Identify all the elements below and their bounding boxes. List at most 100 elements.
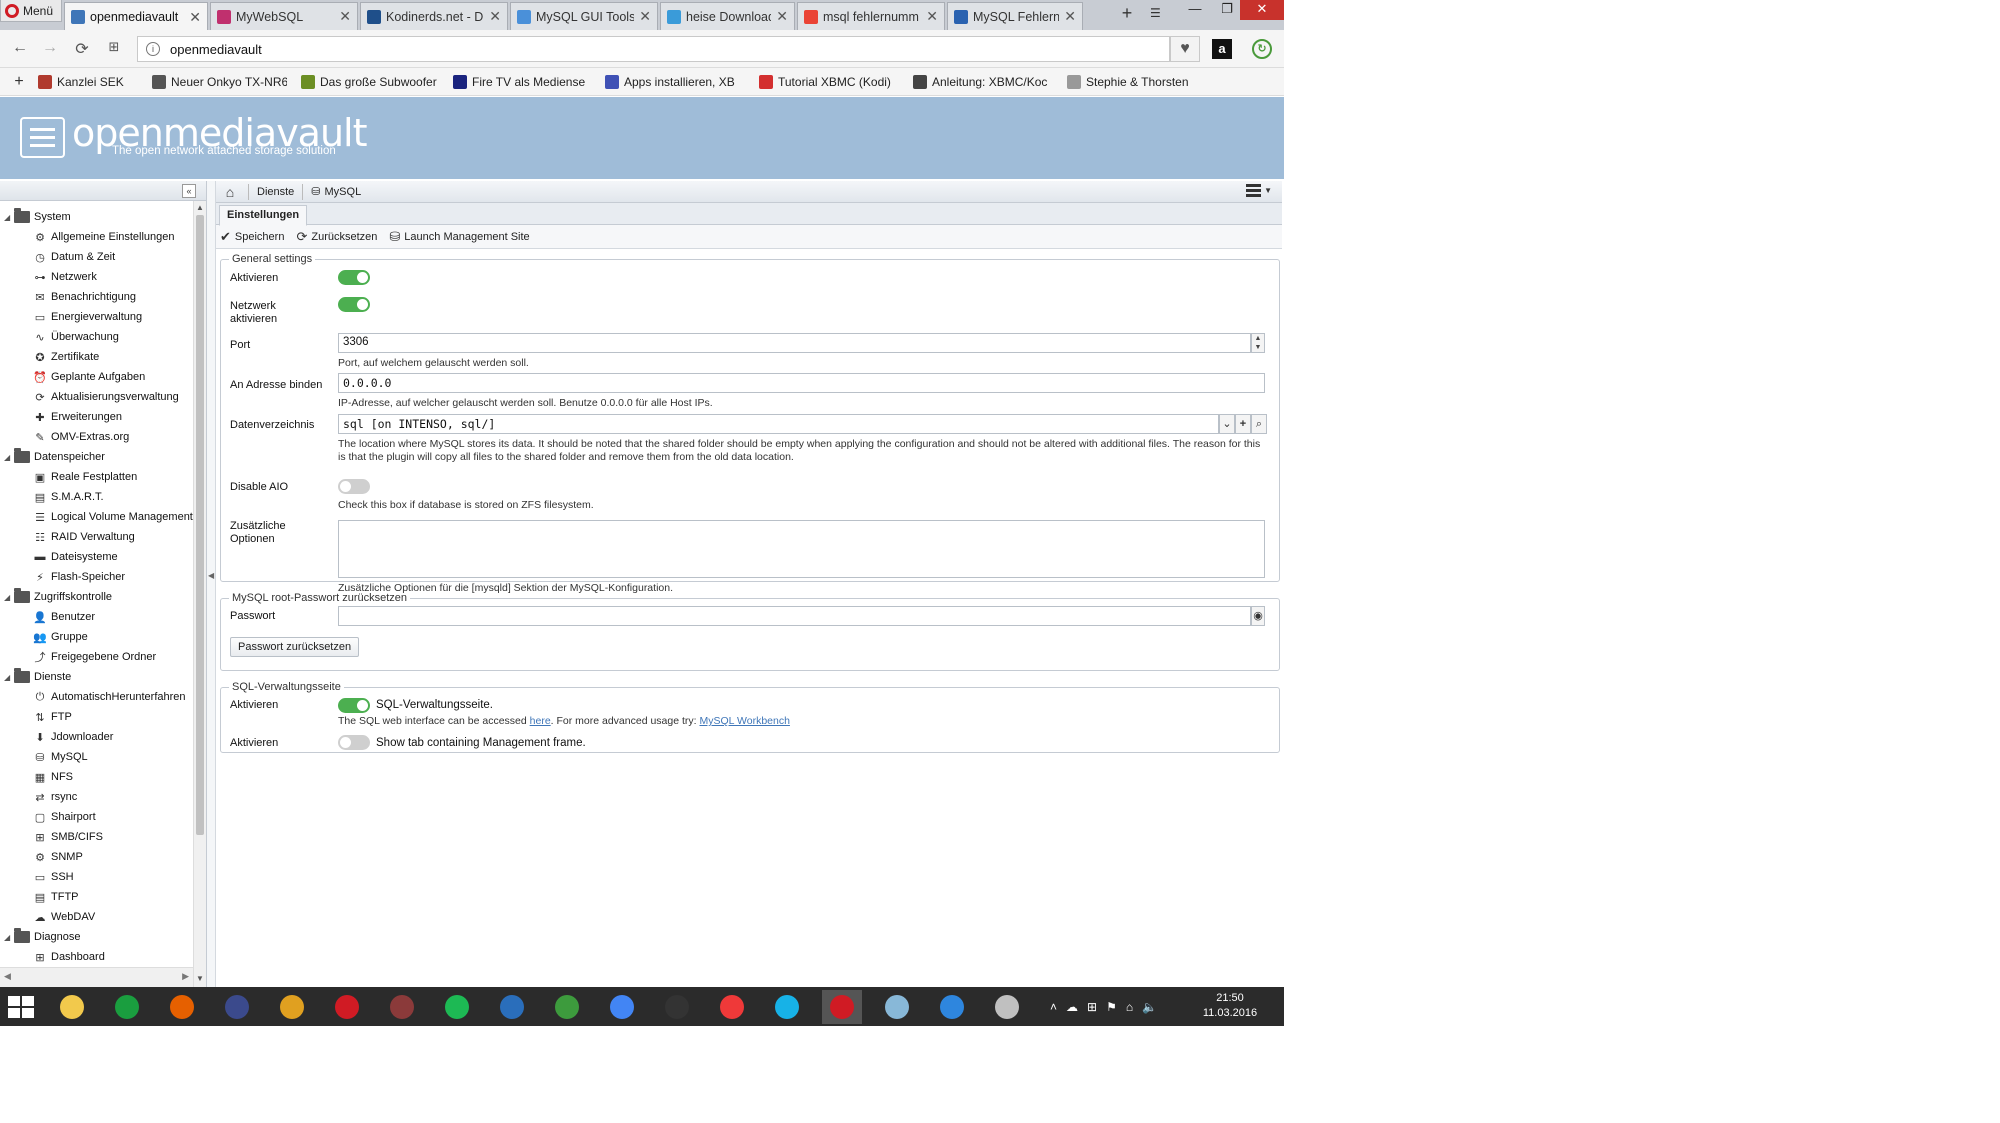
taskbar-app-kodi[interactable] — [767, 990, 807, 1024]
taskbar-app-file-explorer[interactable] — [52, 990, 92, 1024]
mgmt-enable-toggle[interactable] — [338, 698, 370, 713]
sidebar-item[interactable]: ⟳ Aktualisierungsverwaltung — [0, 387, 193, 407]
sidebar-vertical-scrollbar[interactable]: ▲ ▼ — [193, 201, 206, 987]
sidebar-item[interactable]: ▤ TFTP — [0, 887, 193, 907]
sidebar-item[interactable]: ✚ Erweiterungen — [0, 407, 193, 427]
amazon-icon[interactable]: a — [1212, 39, 1232, 59]
taskbar-clock[interactable]: 21:50 11.03.2016 — [1200, 991, 1260, 1021]
taskbar-app-player-app[interactable] — [932, 990, 972, 1024]
taskbar-app-firefox[interactable] — [162, 990, 202, 1024]
sidebar-item[interactable]: ▣ Reale Festplatten — [0, 467, 193, 487]
onedrive-icon[interactable]: ☁ — [1066, 1000, 1078, 1014]
new-tab-button[interactable]: + — [1116, 3, 1138, 27]
show-password-eye-icon[interactable]: ◉ — [1251, 606, 1265, 626]
sidebar-item[interactable]: ⚙ SNMP — [0, 847, 193, 867]
expand-arrow-icon[interactable]: ◢ — [4, 673, 14, 682]
sidebar-item[interactable]: ⇄ rsync — [0, 787, 193, 807]
bookmark-item[interactable]: Stephie & Thorsten — [1067, 74, 1197, 89]
bookmark-item[interactable]: Anleitung: XBMC/Koc — [913, 74, 1053, 89]
close-tab-icon[interactable]: ✕ — [1064, 8, 1076, 25]
sidebar-item[interactable]: ☰ Logical Volume Management — [0, 507, 193, 527]
forward-icon[interactable]: → — [40, 39, 60, 57]
bookmark-item[interactable]: Apps installieren, XB — [605, 74, 745, 89]
back-icon[interactable]: ← — [10, 39, 30, 57]
maximize-button[interactable]: ❐ — [1212, 0, 1242, 20]
browser-tab[interactable]: msql fehlernumm ✕ — [797, 2, 945, 30]
sidebar-item[interactable]: ✉ Benachrichtigung — [0, 287, 193, 307]
close-tab-icon[interactable]: ✕ — [639, 8, 651, 25]
expand-arrow-icon[interactable]: ◢ — [4, 593, 14, 602]
datadir-dropdown-icon[interactable]: ⌄ — [1219, 414, 1235, 434]
bookmark-item[interactable]: Neuer Onkyo TX-NR6 — [152, 74, 287, 89]
sidebar-item[interactable]: ⊞ Dashboard — [0, 947, 193, 967]
tab-settings[interactable]: Einstellungen — [219, 205, 308, 226]
sidebar-item[interactable]: ▦ NFS — [0, 767, 193, 787]
collapse-sidebar-button[interactable]: « — [182, 184, 196, 198]
save-button[interactable]: ✔ Speichern — [220, 229, 284, 245]
datadir-add-icon[interactable]: + — [1235, 414, 1251, 434]
sidebar-item[interactable]: ⬇ Jdownloader — [0, 727, 193, 747]
home-icon[interactable]: ⌂ — [220, 183, 240, 201]
flag-icon[interactable]: ⚑ — [1106, 1000, 1117, 1014]
expand-arrow-icon[interactable]: ◢ — [4, 213, 14, 222]
mgmt-tab-toggle[interactable] — [338, 735, 370, 750]
bookmark-item[interactable]: Das große Subwoofer — [301, 74, 439, 89]
close-tab-icon[interactable]: ✕ — [489, 8, 501, 25]
sidebar-item[interactable]: 👥 Gruppe — [0, 627, 193, 647]
sidebar-item[interactable]: ☁ WebDAV — [0, 907, 193, 927]
speed-dial-icon[interactable]: ⊞ — [104, 39, 124, 55]
extra-options-textarea[interactable] — [338, 520, 1265, 578]
expand-arrow-icon[interactable]: ◢ — [4, 453, 14, 462]
browser-tab[interactable]: Kodinerds.net - Di ✕ — [360, 2, 508, 30]
browser-tab[interactable]: MySQL Fehlernum ✕ — [947, 2, 1083, 30]
windows-icon[interactable]: ⊞ — [1087, 1000, 1097, 1014]
site-info-icon[interactable]: i — [146, 42, 160, 56]
bookmark-item[interactable]: Fire TV als Mediense — [453, 74, 591, 89]
taskbar-app-outlook[interactable] — [492, 990, 532, 1024]
breadcrumb-item-dienste[interactable]: Dienste — [257, 186, 294, 198]
datadir-search-icon[interactable]: ⌕ — [1251, 414, 1267, 434]
bookmark-heart-icon[interactable]: ♥ — [1170, 36, 1200, 62]
sidebar-item[interactable]: ⏻ AutomatischHerunterfahren — [0, 687, 193, 707]
taskbar-app-vivaldi[interactable] — [712, 990, 752, 1024]
sidebar-item[interactable]: ⛁ MySQL — [0, 747, 193, 767]
taskbar-app-opera-active[interactable] — [822, 990, 862, 1024]
sidebar-item[interactable]: ▭ Energieverwaltung — [0, 307, 193, 327]
sidebar-item[interactable]: ⚡ Flash-Speicher — [0, 567, 193, 587]
close-tab-icon[interactable]: ✕ — [189, 9, 201, 26]
close-tab-icon[interactable]: ✕ — [339, 8, 351, 25]
browser-tab[interactable]: heise Download ✕ — [660, 2, 795, 30]
disable-aio-toggle[interactable] — [338, 479, 370, 494]
taskbar-app-opera[interactable] — [327, 990, 367, 1024]
breadcrumb-item-mysql[interactable]: ⛁ MySQL — [311, 185, 361, 199]
sidebar-item[interactable]: ⤴ Freigegebene Ordner — [0, 647, 193, 667]
sidebar-scroll-thumb[interactable] — [196, 215, 204, 835]
sidebar-item[interactable]: ▭ SSH — [0, 867, 193, 887]
sidebar-category[interactable]: ◢ Diagnose — [0, 927, 193, 947]
taskbar-app-paint-app[interactable] — [987, 990, 1027, 1024]
close-tab-icon[interactable]: ✕ — [926, 8, 938, 25]
sidebar-item[interactable]: ☷ RAID Verwaltung — [0, 527, 193, 547]
close-tab-icon[interactable]: ✕ — [776, 8, 788, 25]
sidebar-item[interactable]: ⚙ Allgemeine Einstellungen — [0, 227, 193, 247]
minimize-button[interactable]: — — [1180, 0, 1210, 20]
windows-start-icon[interactable] — [8, 996, 34, 1018]
taskbar-app-camera-app[interactable] — [657, 990, 697, 1024]
panel-menu-button[interactable]: ▼ — [1246, 184, 1272, 197]
port-stepper[interactable]: ▲ ▼ — [1251, 333, 1265, 353]
tray-expand-icon[interactable]: ˄ — [1050, 1000, 1057, 1014]
sidebar-category[interactable]: ◢ Zugriffskontrolle — [0, 587, 193, 607]
bind-address-input[interactable]: 0.0.0.0 — [338, 373, 1265, 393]
sidebar-item[interactable]: ⇅ FTP — [0, 707, 193, 727]
sidebar-category[interactable]: ◢ System — [0, 207, 193, 227]
sidebar-category[interactable]: ◢ Datenspeicher — [0, 447, 193, 467]
sidebar-item[interactable]: ▤ S.M.A.R.T. — [0, 487, 193, 507]
bookmark-item[interactable]: Tutorial XBMC (Kodi) — [759, 74, 899, 89]
close-window-button[interactable]: ✕ — [1240, 0, 1284, 20]
sidebar-item[interactable]: 👤 Benutzer — [0, 607, 193, 627]
datadir-select[interactable]: sql [on INTENSO, sql/] — [338, 414, 1219, 434]
launch-management-button[interactable]: ⛁ Launch Management Site — [389, 229, 529, 245]
add-bookmark-icon[interactable]: + — [0, 73, 38, 91]
sidebar-splitter[interactable]: ◀ — [207, 181, 216, 987]
reset-password-button[interactable]: Passwort zurücksetzen — [230, 637, 360, 657]
